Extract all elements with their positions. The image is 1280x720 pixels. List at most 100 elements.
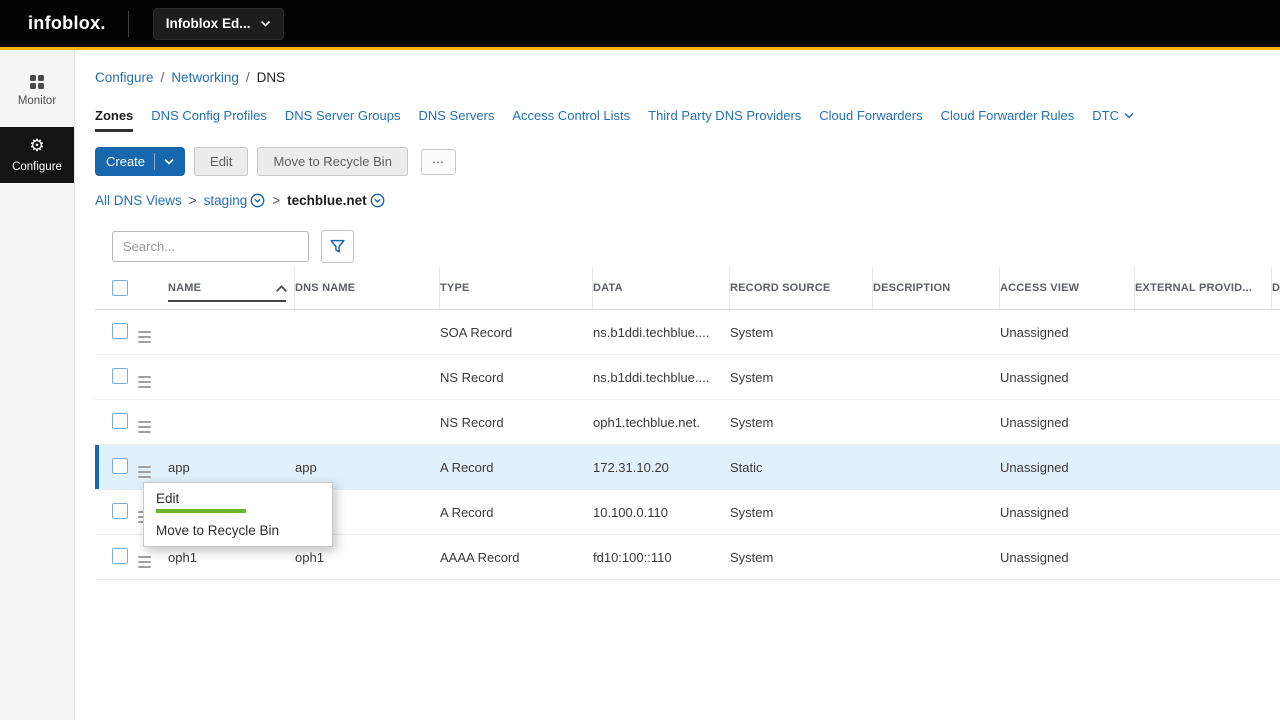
cell-type: A Record — [440, 460, 593, 475]
column-header-external-provider[interactable]: EXTERNAL PROVID... — [1135, 267, 1272, 309]
tab-label: Cloud Forwarder Rules — [941, 108, 1075, 123]
sidebar-item-configure[interactable]: ⚙Configure — [0, 127, 74, 183]
row-menu-icon[interactable] — [138, 466, 151, 478]
view-path-root-link[interactable]: All DNS Views — [95, 193, 182, 208]
row-menu-icon[interactable] — [138, 376, 151, 388]
row-menu-icon[interactable] — [138, 556, 151, 568]
cell-type: AAAA Record — [440, 550, 593, 565]
row-checkbox-cell — [112, 503, 138, 522]
row-checkbox[interactable] — [112, 368, 128, 384]
breadcrumb-item-networking[interactable]: Networking — [171, 70, 239, 85]
row-checkbox[interactable] — [112, 548, 128, 564]
row-checkbox-cell — [112, 368, 138, 387]
table-row[interactable]: NS Recordns.b1ddi.techblue....SystemUnas… — [95, 355, 1280, 400]
select-all-checkbox[interactable] — [112, 280, 128, 296]
table-row[interactable]: NS Recordoph1.techblue.net.SystemUnassig… — [95, 400, 1280, 445]
filter-button[interactable] — [321, 230, 354, 263]
column-header-access-view[interactable]: ACCESS VIEW — [1000, 267, 1135, 309]
tab-dns-servers[interactable]: DNS Servers — [419, 108, 495, 132]
row-checkbox[interactable] — [112, 458, 128, 474]
sidebar-item-monitor[interactable]: Monitor — [0, 64, 74, 117]
column-header-description[interactable]: DESCRIPTION — [873, 267, 1000, 309]
view-path-separator: > — [272, 193, 280, 208]
create-button[interactable]: Create — [95, 147, 185, 176]
move-to-recycle-bin-button[interactable]: Move to Recycle Bin — [257, 147, 408, 176]
view-path-zone-segment: techblue.net — [287, 193, 385, 208]
cell-record-source: System — [730, 550, 873, 565]
column-label: NAME — [168, 282, 201, 294]
cell-type: NS Record — [440, 370, 593, 385]
create-button-label: Create — [106, 154, 145, 169]
brand-accent-bar — [0, 47, 1280, 50]
tab-cloud-forwarders[interactable]: Cloud Forwarders — [819, 108, 922, 132]
table-row[interactable]: SOA Recordns.b1ddi.techblue....SystemUna… — [95, 310, 1280, 355]
tab-dtc[interactable]: DTC — [1092, 108, 1134, 132]
row-handle-cell — [138, 411, 168, 433]
topbar-divider — [128, 11, 129, 37]
app-switcher-button[interactable]: Infoblox Ed... — [153, 8, 285, 40]
chevron-down-icon — [164, 158, 174, 165]
tab-bar: Zones DNS Config Profiles DNS Server Group… — [95, 108, 1280, 132]
header-checkbox-cell — [112, 267, 138, 309]
cell-dns-name: oph1 — [295, 550, 440, 565]
tab-dns-server-groups[interactable]: DNS Server Groups — [285, 108, 401, 132]
cell-access-view: Unassigned — [1000, 370, 1135, 385]
row-checkbox-cell — [112, 548, 138, 567]
row-handle-cell — [138, 321, 168, 343]
breadcrumb-item-configure[interactable]: Configure — [95, 70, 154, 85]
infoblox-logo: infoblox. — [28, 13, 106, 34]
tab-label: Third Party DNS Providers — [648, 108, 801, 123]
column-header-name[interactable]: NAME — [168, 267, 295, 309]
column-label: D — [1272, 282, 1280, 294]
edit-button[interactable]: Edit — [194, 147, 248, 176]
button-divider — [154, 153, 155, 170]
grid-icon — [30, 75, 44, 89]
cell-access-view: Unassigned — [1000, 550, 1135, 565]
column-header-record-source[interactable]: RECORD SOURCE — [730, 267, 873, 309]
cell-name: oph1 — [168, 550, 295, 565]
circle-chevron-icon[interactable] — [370, 193, 385, 208]
column-header-d[interactable]: D — [1272, 267, 1280, 309]
row-menu-icon[interactable] — [138, 421, 151, 433]
tab-zones[interactable]: Zones — [95, 108, 133, 132]
tab-label: Access Control Lists — [512, 108, 630, 123]
cell-record-source: Static — [730, 460, 873, 475]
row-checkbox[interactable] — [112, 503, 128, 519]
more-actions-button[interactable]: ⋯ — [421, 149, 456, 175]
header-handle-cell — [138, 267, 168, 309]
view-path-staging-link[interactable]: staging — [204, 193, 248, 208]
tab-label: Cloud Forwarders — [819, 108, 922, 123]
cell-type: A Record — [440, 505, 593, 520]
cell-record-source: System — [730, 415, 873, 430]
filter-funnel-icon — [329, 238, 346, 255]
row-checkbox[interactable] — [112, 323, 128, 339]
cell-data: oph1.techblue.net. — [593, 415, 730, 430]
sidebar-item-label: Monitor — [18, 95, 56, 107]
context-menu-item-move-to-recycle-bin[interactable]: Move to Recycle Bin — [144, 515, 332, 546]
main-content: Configure/Networking/DNS ZonesDNS Config… — [75, 50, 1280, 720]
action-toolbar: Create Edit Move to Recycle Bin ⋯ — [95, 147, 1280, 176]
circle-chevron-icon[interactable] — [250, 193, 265, 208]
sort-ascending-icon[interactable] — [275, 284, 288, 293]
cell-data: fd10:100::110 — [593, 550, 730, 565]
cell-access-view: Unassigned — [1000, 325, 1135, 340]
tab-dns-config-profiles[interactable]: DNS Config Profiles — [151, 108, 267, 132]
tab-label: DNS Config Profiles — [151, 108, 267, 123]
view-path-staging-segment: staging — [204, 193, 266, 208]
column-label: DATA — [593, 282, 623, 294]
context-menu-item-edit[interactable]: Edit — [144, 483, 332, 515]
search-input[interactable] — [112, 231, 309, 262]
menu-item-label: Move to Recycle Bin — [156, 523, 279, 538]
view-path-separator: > — [189, 193, 197, 208]
column-header-data[interactable]: DATA — [593, 267, 730, 309]
tab-third-party-dns-providers[interactable]: Third Party DNS Providers — [648, 108, 801, 132]
row-menu-icon[interactable] — [138, 331, 151, 343]
column-header-type[interactable]: TYPE — [440, 267, 593, 309]
column-header-dns-name[interactable]: DNS NAME — [295, 267, 440, 309]
row-checkbox[interactable] — [112, 413, 128, 429]
tab-cloud-forwarder-rules[interactable]: Cloud Forwarder Rules — [941, 108, 1075, 132]
cell-data: 172.31.10.20 — [593, 460, 730, 475]
chevron-down-icon — [1124, 112, 1134, 119]
cell-data: 10.100.0.110 — [593, 505, 730, 520]
tab-access-control-lists[interactable]: Access Control Lists — [512, 108, 630, 132]
